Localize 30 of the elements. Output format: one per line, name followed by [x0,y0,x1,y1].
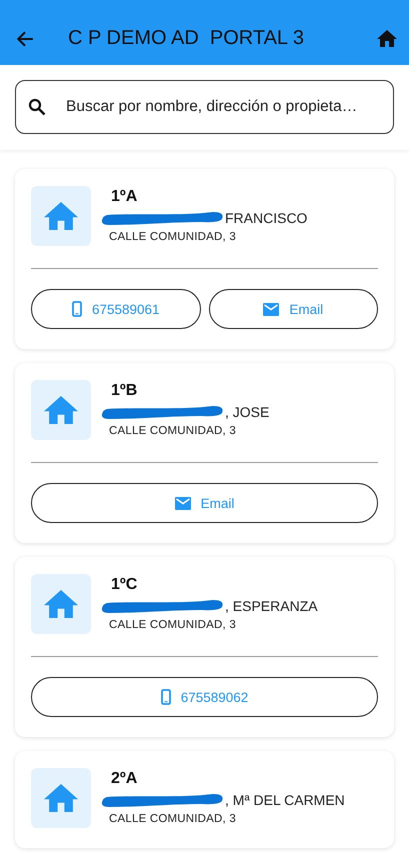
house-icon [44,396,78,424]
owner-name: , ESPERANZA [225,598,318,614]
unit-card[interactable]: 1ºB , JOSE CALLE COMUNIDAD, 3 Email [15,363,394,543]
house-icon [44,590,78,618]
phone-icon [72,301,82,317]
owner-name: , Mª DEL CARMEN [225,792,345,808]
home-button[interactable] [377,30,397,47]
house-icon [44,202,78,230]
back-button[interactable] [16,30,34,48]
address-text: CALLE COMUNIDAD, 3 [109,813,237,825]
search-field[interactable]: Buscar por nombre, dirección o propieta… [15,80,394,134]
unit-label: 1ºC [111,576,138,594]
mail-icon [263,302,280,316]
address-text: CALLE COMUNIDAD, 3 [109,425,237,437]
back-arrow-icon [16,30,34,48]
home-icon [377,30,397,47]
page-title: C P DEMO AD PORTAL 3 [68,27,305,50]
unit-label: 1ºA [111,188,138,206]
unit-label: 2ºA [111,770,138,788]
house-icon [44,784,78,812]
owner-name: FRANCISCO [225,210,308,226]
mail-icon [174,496,191,510]
search-icon [28,98,46,116]
owner-name: , JOSE [225,404,270,420]
address-text: CALLE COMUNIDAD, 3 [109,619,237,631]
unit-card[interactable]: 1ºC , ESPERANZA CALLE COMUNIDAD, 3 675589062 [15,557,394,737]
unit-label: 1ºB [111,382,138,400]
phone-icon [160,689,171,705]
unit-card[interactable]: 2ºA , Mª DEL CARMEN CALLE COMUNIDAD, 3 [15,751,394,848]
address-text: CALLE COMUNIDAD, 3 [109,231,237,243]
